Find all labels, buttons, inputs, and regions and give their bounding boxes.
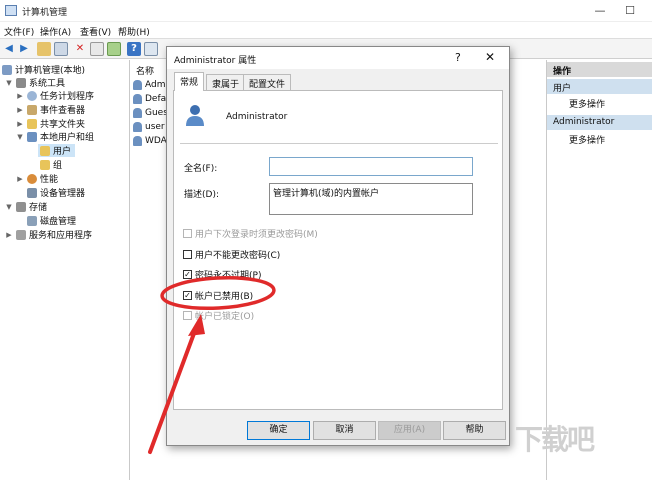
pointer-arrowhead: [188, 314, 205, 336]
highlight-ellipse: [160, 275, 276, 311]
red-highlight-annotation: [148, 275, 276, 454]
watermark-logo: 下载吧: [515, 423, 595, 456]
tab-general[interactable]: 常规: [174, 72, 205, 91]
pointer-arrow: [148, 326, 198, 454]
